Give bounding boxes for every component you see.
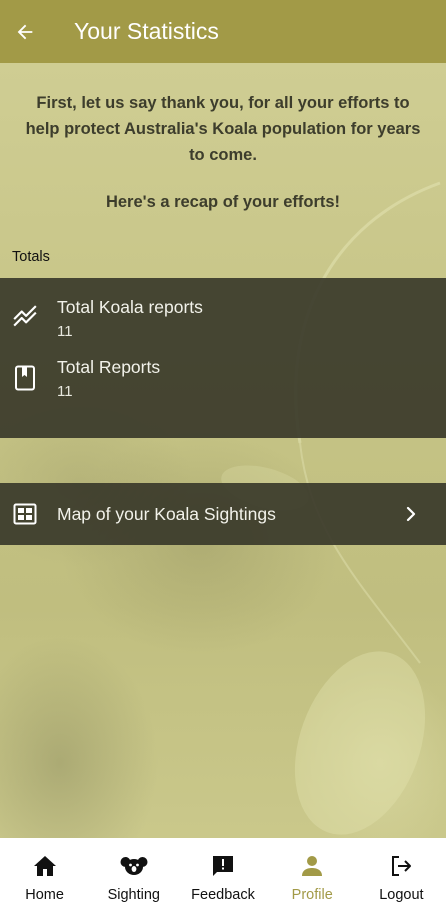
- stat-value: 11: [57, 323, 73, 340]
- arrow-left-icon: [17, 24, 33, 39]
- map-of-sightings-button[interactable]: Map of your Koala Sightings: [0, 483, 446, 545]
- background-image: [0, 63, 446, 838]
- nav-logout[interactable]: Logout: [357, 838, 446, 916]
- bottom-navigation: Home Sighting Feedback Profile Logout: [0, 838, 446, 916]
- nav-home[interactable]: Home: [0, 838, 89, 916]
- totals-panel: Total Koala reports 11 Total Reports 11: [0, 278, 446, 438]
- dashboard-grid-icon: [13, 503, 37, 525]
- totals-section-label: Totals: [12, 249, 50, 265]
- koala-icon: [120, 857, 148, 875]
- chevron-right-icon: [406, 506, 416, 522]
- home-icon: [33, 856, 56, 876]
- nav-label: Profile: [291, 887, 333, 903]
- logout-icon: [392, 856, 412, 876]
- app-bar: Your Statistics: [0, 0, 446, 63]
- stat-title: Total Reports: [57, 357, 161, 377]
- back-button[interactable]: [0, 0, 50, 63]
- bookmark-book-icon: [15, 365, 35, 391]
- thank-you-message: First, let us say thank you, for all you…: [25, 94, 421, 164]
- stat-total-reports: Total Reports 11: [0, 357, 446, 438]
- trending-icon: [13, 305, 37, 327]
- stat-title: Total Koala reports: [57, 297, 203, 317]
- feedback-icon: [213, 856, 233, 876]
- nav-feedback[interactable]: Feedback: [178, 838, 267, 916]
- nav-sighting[interactable]: Sighting: [89, 838, 178, 916]
- page-title: Your Statistics: [74, 18, 219, 44]
- nav-label: Home: [25, 887, 64, 903]
- nav-label: Feedback: [191, 887, 255, 903]
- recap-heading: Here's a recap of your efforts!: [105, 193, 341, 211]
- nav-label: Logout: [379, 887, 424, 903]
- nav-profile[interactable]: Profile: [268, 838, 357, 916]
- map-link-label: Map of your Koala Sightings: [57, 504, 276, 524]
- stat-value: 11: [57, 383, 73, 400]
- stat-total-koala-reports: Total Koala reports 11: [0, 278, 446, 358]
- person-icon: [302, 856, 323, 876]
- nav-label: Sighting: [107, 887, 160, 903]
